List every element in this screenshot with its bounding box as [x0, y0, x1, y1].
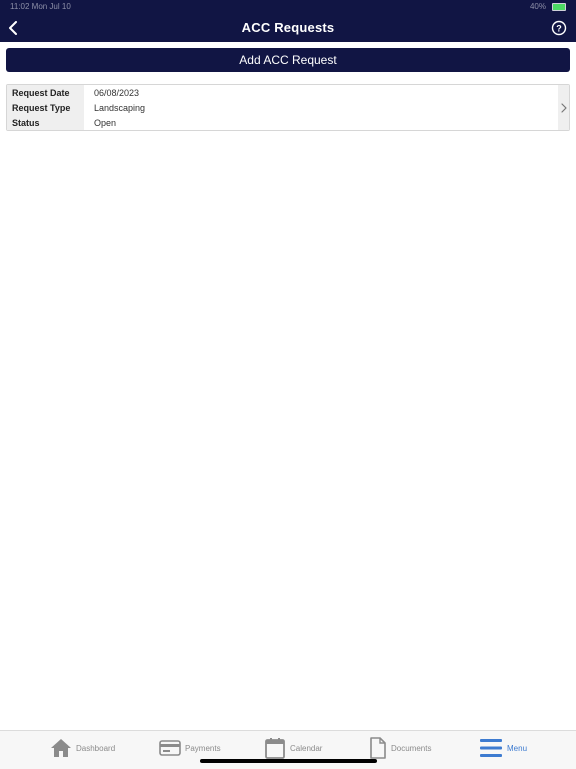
tab-payments[interactable]: Payments: [159, 735, 221, 761]
svg-text:?: ?: [556, 23, 562, 33]
status-bar: 11:02 Mon Jul 10 40%: [0, 0, 576, 14]
help-button[interactable]: ?: [551, 20, 567, 36]
tab-menu-label: Menu: [507, 743, 528, 753]
question-circle-icon: ?: [551, 20, 567, 36]
home-icon: [51, 739, 71, 757]
request-type-value: Landscaping: [94, 102, 146, 113]
calendar-icon: [265, 738, 285, 759]
tab-calendar-label: Calendar: [290, 743, 323, 753]
tab-dashboard-label: Dashboard: [76, 743, 116, 753]
battery-percent: 40%: [529, 2, 546, 11]
request-values: 06/08/2023 Landscaping Open: [84, 85, 558, 130]
tab-bar: Dashboard Payments Calendar Documents Me…: [0, 730, 576, 769]
status-time: 11:02 Mon Jul 10: [10, 2, 71, 11]
acc-request-card[interactable]: Request Date Request Type Status 06/08/2…: [6, 84, 570, 131]
chevron-right-icon: [560, 102, 567, 113]
tab-documents-label: Documents: [391, 743, 432, 753]
tab-dashboard[interactable]: Dashboard: [50, 735, 115, 761]
home-indicator: [200, 759, 377, 763]
request-status-value: Open: [94, 117, 117, 128]
credit-card-icon: [159, 740, 181, 756]
app-header: 11:02 Mon Jul 10 40% ACC Requests ?: [0, 0, 576, 42]
request-status-label: Status: [12, 117, 40, 128]
add-acc-request-button[interactable]: Add ACC Request: [6, 48, 570, 72]
tab-calendar[interactable]: Calendar: [264, 735, 322, 761]
battery-icon: [552, 2, 566, 11]
tab-documents[interactable]: Documents: [369, 735, 431, 761]
request-labels: Request Date Request Type Status: [7, 85, 84, 130]
tab-payments-label: Payments: [185, 743, 221, 753]
request-type-label: Request Type: [12, 102, 71, 113]
request-disclosure[interactable]: [558, 85, 569, 130]
menu-icon: [480, 739, 502, 757]
page-title: ACC Requests: [241, 20, 335, 35]
status-indicators: 40%: [530, 2, 566, 11]
tab-menu[interactable]: Menu: [479, 735, 527, 761]
request-date-label: Request Date: [12, 87, 70, 98]
document-icon: [370, 737, 386, 759]
request-date-value: 06/08/2023: [94, 87, 140, 98]
